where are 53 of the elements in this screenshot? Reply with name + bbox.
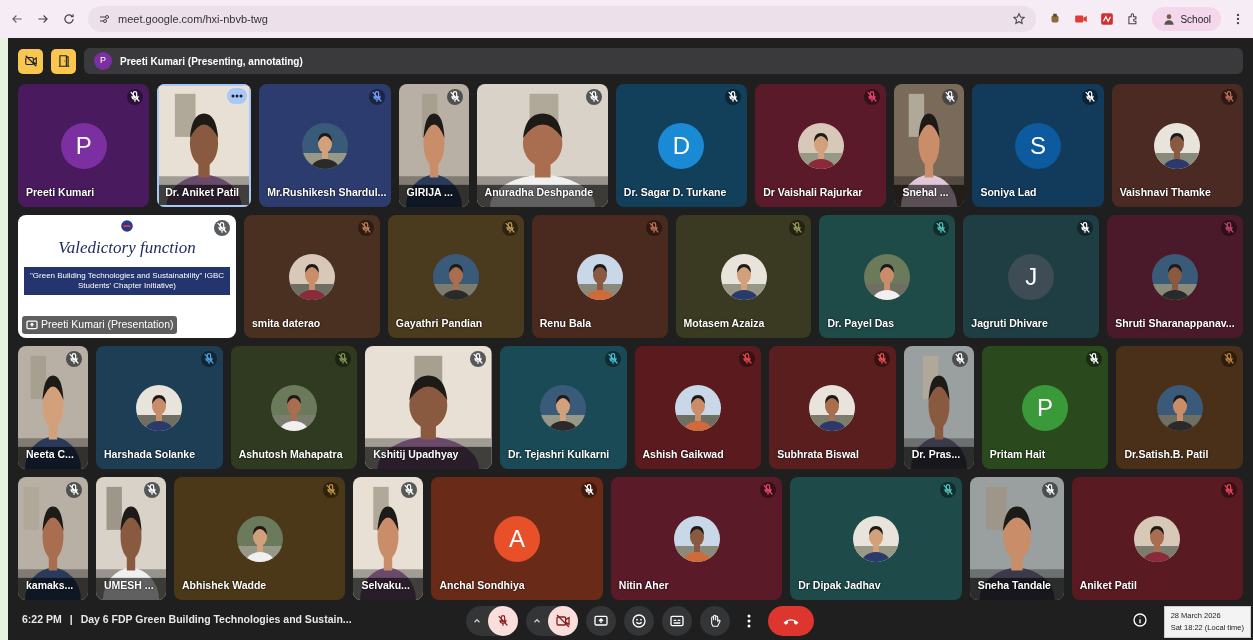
avatar-initial: S [1015, 122, 1062, 169]
participant-name: Dr Vaishali Rajurkar [763, 185, 863, 201]
participant-name: Ashish Gaikwad [642, 447, 724, 463]
url-text: meet.google.com/hxi-nbvb-twg [118, 11, 268, 27]
participant-name: Subhrata Biswal [777, 447, 859, 463]
participant-name: Gayathri Pandian [395, 316, 483, 332]
participant-name: Sneha Tandale [977, 578, 1051, 594]
meeting-title: Day 6 FDP Green Building Technologies and Sustain... [80, 612, 352, 628]
separator: | [69, 612, 73, 628]
participant-name: Abhishek Wadde [182, 578, 267, 594]
participant-name: Harshada Solanke [104, 447, 196, 463]
participant-name: Aniket Patil [1079, 578, 1137, 594]
participant-name: Jagruti Dhivare [971, 316, 1048, 332]
participant-name: Anuradha Deshpande [484, 185, 594, 201]
avatar-initial: J [1008, 253, 1055, 300]
participant-name: Snehal ... [902, 185, 949, 201]
participant-name: Dr.Satish.B. Patil [1124, 447, 1209, 463]
participant-name: Preeti Kumari [26, 185, 95, 201]
participant-name: Dr. Pras... [911, 447, 961, 463]
participant-name: Dr. Payel Das [827, 316, 894, 332]
participant-name: kamaks... [26, 578, 74, 594]
profile-button[interactable]: School [1152, 7, 1221, 31]
participant-name: Dr Dipak Jadhav [798, 578, 881, 594]
slide-subtitle: "Green Building Technologies and Sustainability" IGBC Students' Chapter Initiative) [24, 266, 230, 295]
participant-name: Dr. Aniket Patil [165, 185, 239, 201]
meeting-time: 6:22 PM [22, 612, 62, 628]
participant-name: UMESH ... [104, 578, 154, 594]
avatar-initial: D [658, 122, 705, 169]
participant-name: smita daterao [252, 316, 321, 332]
address-bar[interactable]: meet.google.com/hxi-nbvb-twg [88, 6, 1037, 32]
participant-name: Preeti Kumari (Presentation) [41, 317, 174, 333]
participant-name: Dr. Tejashri Kulkarni [507, 447, 610, 463]
participant-name: GIRIJA ... [406, 185, 453, 201]
participant-name: Ashutosh Mahapatra [238, 447, 343, 463]
participant-name: Nitin Aher [618, 578, 669, 594]
participant-name: Soniya Lad [980, 185, 1037, 201]
participant-name: Shruti Sharanappanav... [1115, 316, 1235, 332]
avatar-initial: P [1022, 384, 1069, 431]
participant-name: Kshitij Upadhyay [373, 447, 459, 463]
participant-name: Pritam Hait [989, 447, 1046, 463]
participant-name: Dr. Sagar D. Turkane [623, 185, 727, 201]
participant-name: Selvaku... [361, 578, 410, 594]
participant-name: Renu Bala [539, 316, 592, 332]
presenter-status: Preeti Kumari (Presenting, annotating) [120, 54, 303, 69]
avatar-initial: P [60, 122, 107, 169]
slide-title: Valedictory function [58, 237, 196, 259]
participant-name: Vaishnavi Thamke [1119, 185, 1211, 201]
participant-name: Mr.Rushikesh Shardul... [267, 185, 387, 201]
participant-name: Motasem Azaiza [683, 316, 765, 332]
participant-name: Neeta C... [26, 447, 74, 463]
participant-name: Anchal Sondhiya [439, 578, 525, 594]
avatar-initial: P [94, 52, 112, 70]
avatar-initial: A [494, 515, 541, 562]
